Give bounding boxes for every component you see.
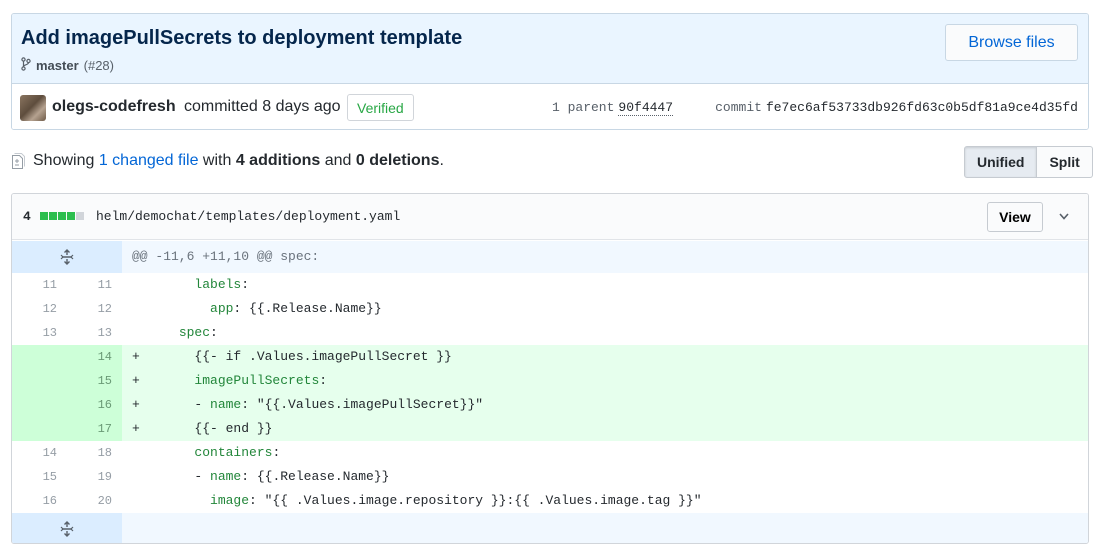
old-line-number[interactable]: 15: [12, 465, 67, 489]
file-header: 4 helm/demochat/templates/deployment.yam…: [12, 194, 1088, 240]
diffstat-added-block: [67, 212, 75, 220]
branch-name[interactable]: master: [36, 58, 79, 73]
summary-and: and: [324, 152, 352, 169]
diff-line-context: 15 19 - name: {{.Release.Name}}: [12, 465, 1088, 489]
code-line: + imagePullSecrets:: [132, 373, 328, 388]
summary-period: .: [439, 152, 444, 169]
code-line: labels:: [194, 277, 250, 292]
footer-spacer: [122, 513, 1088, 543]
summary-showing: Showing: [33, 152, 95, 169]
hunk-header: @@ -11,6 +11,10 @@ spec:: [132, 249, 320, 264]
diff-line-context: 11 11 labels:: [12, 273, 1088, 297]
view-file-button[interactable]: View: [987, 202, 1043, 232]
parent-sha-link[interactable]: 90f4447: [618, 100, 674, 116]
diffstat-added-block: [40, 212, 48, 220]
diffstat-added-block: [49, 212, 57, 220]
branch-info: master (#28): [21, 57, 114, 74]
commit-label: commit: [715, 100, 762, 115]
diff-line-context: 13 13 spec:: [12, 321, 1088, 345]
file-diff: 4 helm/demochat/templates/deployment.yam…: [11, 193, 1089, 544]
commit-sha: fe7ec6af53733db926fd63c0b5df81a9ce4d35fd: [765, 100, 1078, 115]
diff-line-context: 14 18 containers:: [12, 441, 1088, 465]
code-line: - name: {{.Release.Name}}: [132, 469, 390, 484]
diff-view-toggle: Unified Split: [964, 146, 1093, 178]
diff-summary: Showing 1 changed file with 4 additions …: [11, 150, 444, 172]
avatar[interactable]: [20, 95, 46, 121]
commit-header: Add imagePullSecrets to deployment templ…: [12, 14, 1088, 84]
old-line-number[interactable]: 11: [12, 273, 67, 297]
hunk-header-row: @@ -11,6 +11,10 @@ spec:: [12, 241, 1088, 273]
summary-with: with: [202, 152, 232, 169]
pr-reference[interactable]: (#28): [84, 58, 114, 73]
diff-line-added: 15 + imagePullSecrets:: [12, 369, 1088, 393]
git-branch-icon: [21, 57, 31, 74]
new-line-number[interactable]: 13: [67, 321, 122, 345]
old-line-number[interactable]: [12, 393, 67, 417]
old-line-number[interactable]: 14: [12, 441, 67, 465]
code-line: app: {{.Release.Name}}: [210, 301, 382, 316]
chevron-down-icon[interactable]: [1056, 207, 1072, 225]
new-line-number[interactable]: 15: [67, 369, 122, 393]
new-line-number[interactable]: 19: [67, 465, 122, 489]
diffstat-blocks: [40, 212, 84, 220]
new-line-number[interactable]: 18: [67, 441, 122, 465]
verified-badge[interactable]: Verified: [347, 94, 414, 121]
diff-line-context: 12 12 app: {{.Release.Name}}: [12, 297, 1088, 321]
code-line: spec:: [178, 325, 218, 340]
deletions-count: 0 deletions: [355, 152, 440, 169]
commit-sha-info: commit fe7ec6af53733db926fd63c0b5df81a9ce…: [715, 100, 1078, 115]
new-line-number[interactable]: 11: [67, 273, 122, 297]
new-line-number[interactable]: 12: [67, 297, 122, 321]
split-view-button[interactable]: Split: [1037, 146, 1093, 178]
commit-box: Add imagePullSecrets to deployment templ…: [11, 13, 1089, 130]
old-line-number[interactable]: [12, 369, 67, 393]
new-line-number[interactable]: 16: [67, 393, 122, 417]
file-diff-icon: [11, 152, 25, 170]
old-line-number[interactable]: [12, 417, 67, 441]
new-line-number[interactable]: 14: [67, 345, 122, 369]
parent-label: 1 parent: [552, 100, 615, 115]
commit-time: committed 8 days ago: [184, 98, 341, 115]
new-line-number[interactable]: 17: [67, 417, 122, 441]
code-line: containers:: [194, 445, 281, 460]
diff-line-added: 14 + {{- if .Values.imagePullSecret }}: [12, 345, 1088, 369]
diff-line-added: 16 + - name: "{{.Values.imagePullSecret}}…: [12, 393, 1088, 417]
old-line-number[interactable]: 13: [12, 321, 67, 345]
new-line-number[interactable]: 20: [67, 489, 122, 513]
unfold-icon[interactable]: [12, 513, 122, 543]
diff-line-context: 16 20 image: "{{ .Values.image.repository…: [12, 489, 1088, 513]
diffstat-count: 4: [23, 209, 31, 224]
changed-files-link[interactable]: 1 changed file: [99, 152, 199, 170]
parent-info: 1 parent 90f4447: [552, 100, 674, 116]
code-line: + {{- if .Values.imagePullSecret }}: [132, 349, 452, 364]
browse-files-button[interactable]: Browse files: [945, 24, 1078, 61]
unified-view-button[interactable]: Unified: [964, 146, 1038, 178]
diffstat-neutral-block: [76, 212, 84, 220]
commit-meta: olegs-codefresh committed 8 days ago Ver…: [12, 85, 1088, 129]
file-path-link[interactable]: helm/demochat/templates/deployment.yaml: [96, 209, 400, 224]
code-line: + {{- end }}: [132, 421, 273, 436]
code-line: + - name: "{{.Values.imagePullSecret}}": [132, 397, 484, 412]
hunk-footer-row: [12, 513, 1088, 543]
old-line-number[interactable]: [12, 345, 67, 369]
code-line: image: "{{ .Values.image.repository }}:{…: [210, 493, 702, 508]
author-link[interactable]: olegs-codefresh: [52, 98, 176, 116]
old-line-number[interactable]: 16: [12, 489, 67, 513]
diff-table: @@ -11,6 +11,10 @@ spec: 11 11 labels: 12 1…: [12, 241, 1088, 543]
unfold-icon[interactable]: [12, 241, 122, 273]
diffstat-added-block: [58, 212, 66, 220]
diff-line-added: 17 + {{- end }}: [12, 417, 1088, 441]
commit-title: Add imagePullSecrets to deployment templ…: [21, 27, 463, 49]
additions-count: 4 additions: [235, 152, 321, 169]
old-line-number[interactable]: 12: [12, 297, 67, 321]
